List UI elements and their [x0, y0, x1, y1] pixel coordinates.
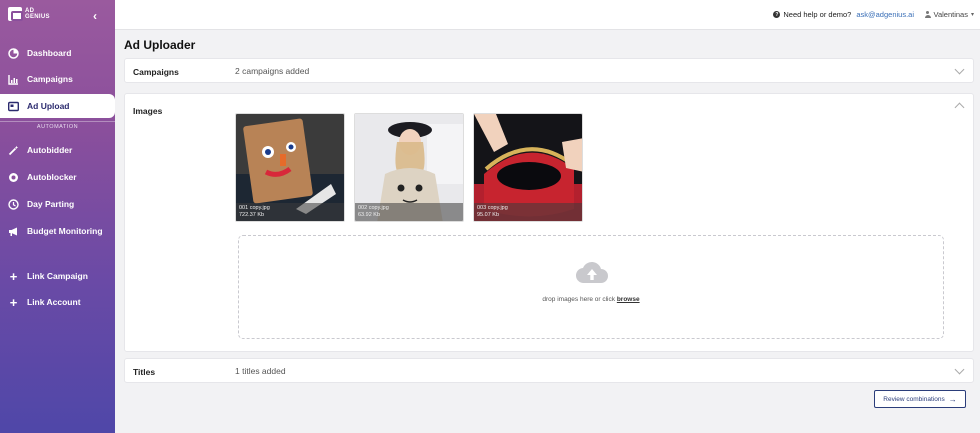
brand-line-2: GENIUS	[25, 14, 50, 20]
images-label: Images	[133, 106, 163, 116]
image-filename: 003 copy.jpg	[477, 205, 508, 211]
image-caption: 001 copy.jpg 722.37 Kb	[236, 203, 344, 221]
sidebar-item-label: Campaigns	[27, 74, 73, 84]
plus-icon: +	[9, 294, 18, 310]
help-section: ? Need help or demo? ask@adgenius.ai	[773, 10, 914, 19]
sidebar-item-budget-monitoring[interactable]: Budget Monitoring	[0, 219, 115, 243]
chevron-up-icon[interactable]	[954, 102, 965, 113]
image-caption: 003 copy.jpg 95.07 Kb	[474, 203, 582, 221]
top-bar: ? Need help or demo? ask@adgenius.ai Val…	[115, 0, 980, 30]
arrow-right-icon: →	[948, 394, 957, 404]
image-filesize: 63.92 Kb	[358, 212, 381, 218]
logo[interactable]: AD GENIUS	[8, 7, 50, 21]
review-button-label: Review combinations	[883, 395, 945, 403]
block-icon	[8, 172, 19, 183]
campaigns-value: 2 campaigns added	[235, 66, 310, 76]
titles-label: Titles	[133, 367, 156, 377]
image-thumbnail[interactable]: 001 copy.jpg 722.37 Kb	[235, 113, 345, 222]
sidebar-item-autoblocker[interactable]: Autoblocker	[0, 165, 115, 189]
sidebar-item-day-parting[interactable]: Day Parting	[0, 192, 115, 216]
sidebar-item-dashboard[interactable]: Dashboard	[0, 41, 115, 65]
drop-instructions: drop images here or click	[542, 296, 616, 303]
sidebar-item-label: Day Parting	[27, 199, 75, 209]
chevron-down-icon[interactable]	[954, 364, 965, 375]
cloud-upload-icon	[575, 261, 608, 284]
sidebar-item-campaigns[interactable]: Campaigns	[0, 67, 115, 91]
caret-down-icon: ▾	[970, 12, 974, 18]
user-name: Valentinas	[933, 10, 968, 19]
chevron-down-icon[interactable]	[954, 64, 965, 75]
sidebar-item-ad-upload[interactable]: Ad Upload	[0, 94, 115, 118]
wand-icon	[8, 145, 19, 156]
user-menu[interactable]: Valentinas ▾	[924, 10, 974, 19]
sidebar-item-label: Link Campaign	[27, 271, 88, 281]
automation-section-label: AUTOMATION	[0, 121, 115, 131]
review-combinations-button[interactable]: Review combinations →	[874, 390, 966, 408]
sidebar-item-label: Ad Upload	[27, 101, 70, 111]
page-title: Ad Uploader	[124, 38, 196, 52]
megaphone-icon	[8, 226, 19, 237]
clock-icon	[8, 198, 19, 210]
collapse-sidebar-icon[interactable]: ‹	[93, 9, 97, 23]
sidebar: AD GENIUS ‹ Dashboard Campaigns Ad Uploa…	[0, 0, 115, 433]
image-thumbnail[interactable]: 002 copy.jpg 63.92 Kb	[354, 113, 464, 222]
images-card: Images 001 copy.jpg 722.37 Kb 002 copy.j…	[124, 93, 974, 352]
help-email-link[interactable]: ask@adgenius.ai	[856, 10, 914, 19]
dropzone-text: drop images here or click browse	[239, 296, 943, 303]
titles-value: 1 titles added	[235, 366, 286, 376]
image-caption: 002 copy.jpg 63.92 Kb	[355, 203, 463, 221]
campaigns-card[interactable]: Campaigns 2 campaigns added	[124, 58, 974, 83]
sidebar-item-label: Autoblocker	[27, 172, 77, 182]
sidebar-item-label: Budget Monitoring	[27, 226, 103, 236]
sidebar-item-label: Autobidder	[27, 145, 73, 155]
help-icon: ?	[773, 11, 781, 18]
plus-icon: +	[9, 268, 18, 284]
chart-icon	[8, 74, 19, 85]
sidebar-item-autobidder[interactable]: Autobidder	[0, 138, 115, 162]
sidebar-item-link-account[interactable]: + Link Account	[0, 290, 115, 314]
image-thumbnail[interactable]: 003 copy.jpg 95.07 Kb	[473, 113, 583, 222]
image-filename: 002 copy.jpg	[358, 205, 389, 211]
ad-upload-icon	[8, 101, 19, 112]
help-text: Need help or demo?	[783, 10, 852, 19]
image-filesize: 95.07 Kb	[477, 212, 500, 218]
campaigns-label: Campaigns	[133, 67, 179, 77]
user-icon	[924, 11, 931, 18]
image-dropzone[interactable]: drop images here or click browse	[238, 235, 944, 339]
titles-card[interactable]: Titles 1 titles added	[124, 358, 974, 383]
browse-link[interactable]: browse	[617, 296, 640, 303]
logo-icon	[8, 7, 23, 21]
sidebar-item-link-campaign[interactable]: + Link Campaign	[0, 264, 115, 288]
image-filesize: 722.37 Kb	[239, 212, 265, 218]
image-filename: 001 copy.jpg	[239, 205, 270, 211]
sidebar-item-label: Dashboard	[27, 48, 72, 58]
dashboard-icon	[8, 47, 19, 59]
sidebar-item-label: Link Account	[27, 297, 81, 307]
